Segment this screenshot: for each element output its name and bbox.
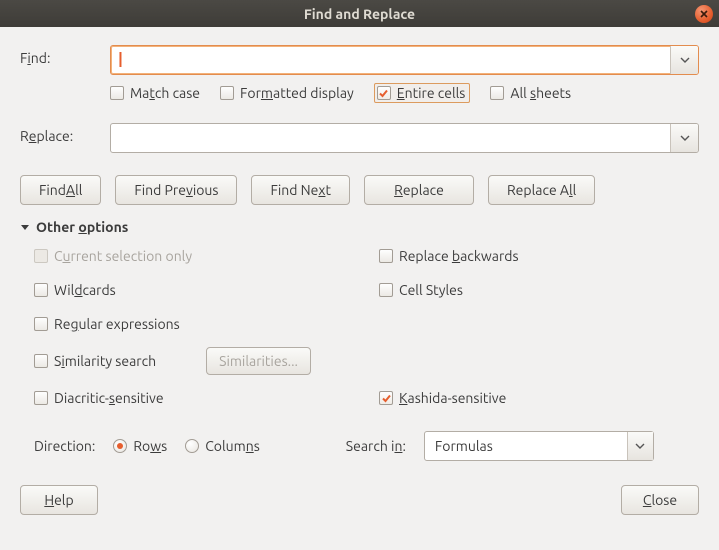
chevron-down-icon <box>680 135 690 141</box>
entire-cells-checkbox[interactable]: Entire cells <box>374 83 471 103</box>
chevron-down-icon <box>680 57 690 63</box>
all-sheets-label: All sheets <box>510 85 571 101</box>
check-icon <box>378 88 389 99</box>
diacritic-checkbox[interactable]: Diacritic-sensitive <box>34 390 164 406</box>
search-in-label: Search in: <box>346 438 406 454</box>
replace-backwards-checkbox[interactable]: Replace backwards <box>379 248 519 264</box>
search-in-select[interactable]: Formulas <box>424 431 654 461</box>
find-combo[interactable]: | <box>110 45 699 75</box>
close-icon <box>700 10 708 18</box>
window-close-button[interactable] <box>695 5 713 23</box>
formatted-display-label: Formatted display <box>240 85 354 101</box>
replace-label: Replace: <box>20 123 110 144</box>
replace-combo[interactable] <box>110 123 699 153</box>
replace-all-button[interactable]: Replace All <box>488 175 595 205</box>
entire-cells-label: Entire cells <box>397 85 466 101</box>
wildcards-checkbox[interactable]: Wildcards <box>34 282 116 298</box>
cell-styles-checkbox[interactable]: Cell Styles <box>379 282 463 298</box>
direction-rows-radio[interactable]: Rows <box>113 438 167 454</box>
find-dropdown-button[interactable] <box>670 46 698 74</box>
similarity-label: Similarity search <box>54 353 156 369</box>
similarities-button: Similarities... <box>206 347 311 375</box>
replace-button[interactable]: Replace <box>364 175 474 205</box>
kashida-checkbox[interactable]: Kashida-sensitive <box>379 390 506 406</box>
kashida-label: Kashida-sensitive <box>399 390 506 406</box>
direction-label: Direction: <box>34 438 95 454</box>
triangle-down-icon <box>20 219 30 235</box>
check-icon <box>381 393 392 404</box>
search-in-value: Formulas <box>425 438 627 454</box>
replace-dropdown-button[interactable] <box>670 124 698 152</box>
match-case-label: Match case <box>130 85 200 101</box>
cell-styles-label: Cell Styles <box>399 282 463 298</box>
match-case-checkbox[interactable]: Match case <box>110 83 200 103</box>
current-selection-label: Current selection only <box>54 248 192 264</box>
find-input[interactable] <box>111 46 670 74</box>
other-options-title: Other options <box>36 219 128 235</box>
find-all-button[interactable]: Find All <box>20 175 101 205</box>
direction-rows-label: Rows <box>133 438 167 454</box>
find-next-button[interactable]: Find Next <box>251 175 349 205</box>
direction-columns-radio[interactable]: Columns <box>185 438 260 454</box>
help-button[interactable]: Help <box>20 485 98 515</box>
regex-label: Regular expressions <box>54 316 180 332</box>
search-in-dropdown-button[interactable] <box>627 432 653 460</box>
close-button[interactable]: Close <box>621 485 699 515</box>
regex-checkbox[interactable]: Regular expressions <box>34 316 180 332</box>
current-selection-checkbox: Current selection only <box>34 248 192 264</box>
window-title: Find and Replace <box>304 6 415 22</box>
replace-input[interactable] <box>111 124 670 152</box>
formatted-display-checkbox[interactable]: Formatted display <box>220 83 354 103</box>
other-options-toggle[interactable]: Other options <box>20 219 699 235</box>
diacritic-label: Diacritic-sensitive <box>54 390 164 406</box>
replace-backwards-label: Replace backwards <box>399 248 519 264</box>
all-sheets-checkbox[interactable]: All sheets <box>490 83 571 103</box>
find-previous-button[interactable]: Find Previous <box>115 175 237 205</box>
similarity-checkbox[interactable]: Similarity search <box>34 353 156 369</box>
wildcards-label: Wildcards <box>54 282 116 298</box>
chevron-down-icon <box>635 443 645 449</box>
direction-columns-label: Columns <box>205 438 260 454</box>
find-label: Find: <box>20 45 110 66</box>
